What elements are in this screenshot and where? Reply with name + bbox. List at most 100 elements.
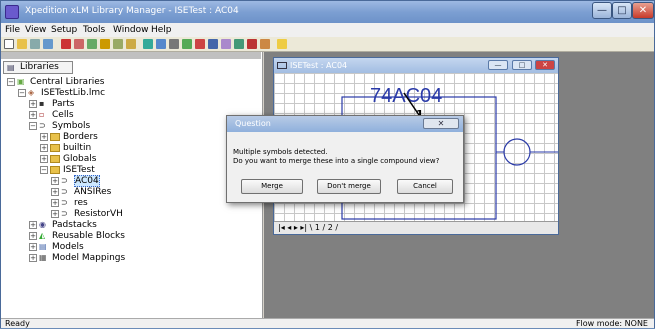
tree-item[interactable]: + ⊃ ResistorVH [51,209,123,220]
sheet-tabs[interactable]: |◂ ◂ ▸ ▸| \ 1 / 2 / [274,221,558,234]
dialog-close-button[interactable]: ✕ [423,118,459,129]
tree-item[interactable]: + ▤ Models [29,242,84,253]
tree-item[interactable]: + builtin [40,143,91,154]
library-tree-pane: ▤ Libraries − ▣ Central Libraries − ◈ ISETest… [1,52,263,318]
expander-icon[interactable]: + [51,187,59,196]
question-dialog: Question ✕ Multiple symbols detected. Do… [226,115,464,203]
expander-icon[interactable]: + [29,253,37,262]
merge-button[interactable]: Merge [241,179,303,194]
expander-icon[interactable]: + [51,176,59,185]
expander-icon[interactable]: + [29,99,37,108]
tree-item[interactable]: + ◉ Padstacks [29,220,97,231]
tool4-icon[interactable] [100,39,110,49]
dialog-title: Question [235,119,271,128]
tree-item[interactable]: + ⊃ AC04 [51,175,100,187]
tree-item[interactable]: + ▪ Parts [29,99,74,110]
dialog-message-2: Do you want to merge these into a single… [233,157,440,165]
child-close-button[interactable]: ✕ [535,60,555,70]
tree-item-label: Model Mappings [52,253,126,263]
lmc-icon: ◈ [28,87,35,97]
tool6-icon[interactable] [126,39,136,49]
tree-item[interactable]: + ◭ Reusable Blocks [29,231,125,242]
menu-tools[interactable]: Tools [83,25,105,35]
tree-item[interactable]: − ▣ Central Libraries [7,77,105,88]
app-icon [5,5,19,19]
folder-icon [50,132,60,141]
tree-item[interactable]: + ▫ Cells [29,110,74,121]
new-icon[interactable] [4,39,14,49]
tree-item[interactable]: + Borders [40,132,98,143]
expander-icon[interactable]: + [40,132,48,141]
menu-view[interactable]: View [25,25,46,35]
find-icon[interactable] [30,39,40,49]
maximize-button[interactable]: □ [612,2,632,19]
tree-item-label: ISETestLib.lmc [41,88,106,98]
libraries-icon: ▤ [7,63,15,72]
menu-setup[interactable]: Setup [51,25,77,35]
mapping-icon: ▦ [39,252,47,262]
menu-window[interactable]: Window [113,25,149,35]
tool13-icon[interactable] [221,39,231,49]
open-icon[interactable] [17,39,27,49]
minimize-button[interactable]: — [592,2,612,19]
symbol-icon: ⊃ [39,120,46,130]
dialog-title-bar[interactable]: Question ✕ [227,116,463,132]
tool11-icon[interactable] [195,39,205,49]
expander-icon[interactable]: + [51,209,59,218]
expander-icon[interactable]: − [7,77,15,86]
expander-icon[interactable]: + [29,242,37,251]
expander-icon[interactable]: + [29,231,37,240]
toolbar [1,37,654,52]
close-button[interactable]: ✕ [632,2,654,19]
help-icon[interactable] [277,39,287,49]
folder-icon [50,165,60,174]
expander-icon[interactable]: + [40,154,48,163]
expander-icon[interactable]: + [29,220,37,229]
folder-icon [50,154,60,163]
expander-icon[interactable]: − [29,121,37,130]
tool16-icon[interactable] [260,39,270,49]
title-bar[interactable]: Xpedition xLM Library Manager - ISETest … [1,1,654,23]
child-minimize-button[interactable]: — [488,60,508,70]
expander-icon[interactable]: + [40,143,48,152]
tree-item-label: Borders [63,132,98,142]
tree-item-label: ANSIRes [74,187,112,197]
tree-item-label: Reusable Blocks [52,231,125,241]
tree-item[interactable]: + ⊃ res [51,198,88,209]
symbol-icon: ⊃ [61,208,68,218]
dont-merge-button[interactable]: Don't merge [317,179,381,194]
expander-icon[interactable]: − [18,88,26,97]
menu-bar: File View Setup Tools Window Help [1,23,654,37]
expander-icon[interactable]: + [29,110,37,119]
tool1-icon[interactable] [61,39,71,49]
tree-item[interactable]: − ⊃ Symbols [29,121,90,132]
tool12-icon[interactable] [208,39,218,49]
tool2-icon[interactable] [74,39,84,49]
child-title-bar[interactable]: ISETest : AC04 — □ ✕ [274,58,558,73]
tab-libraries[interactable]: ▤ Libraries [3,61,73,74]
tree-item[interactable]: − ◈ ISETestLib.lmc [18,88,105,99]
tool5-icon[interactable] [113,39,123,49]
expander-icon[interactable]: − [40,165,48,174]
save-icon[interactable] [43,39,53,49]
tool14-icon[interactable] [234,39,244,49]
model-icon: ▤ [39,241,47,251]
tree-item[interactable]: + ▦ Model Mappings [29,253,125,264]
tree-item[interactable]: + ⊃ ANSIRes [51,187,111,198]
child-maximize-button[interactable]: □ [512,60,532,70]
dialog-message-1: Multiple symbols detected. [233,148,328,156]
menu-help[interactable]: Help [151,25,172,35]
tool10-icon[interactable] [182,39,192,49]
tool15-icon[interactable] [247,39,257,49]
tree-item[interactable]: + Globals [40,154,96,165]
expander-icon[interactable]: + [51,198,59,207]
menu-file[interactable]: File [5,25,20,35]
tool9-icon[interactable] [169,39,179,49]
tree-item-label: AC04 [74,175,100,187]
tool3-icon[interactable] [87,39,97,49]
cancel-button[interactable]: Cancel [397,179,453,194]
tool8-icon[interactable] [156,39,166,49]
tool7-icon[interactable] [143,39,153,49]
symbol-icon [277,62,287,69]
library-icon: ▣ [17,76,25,86]
